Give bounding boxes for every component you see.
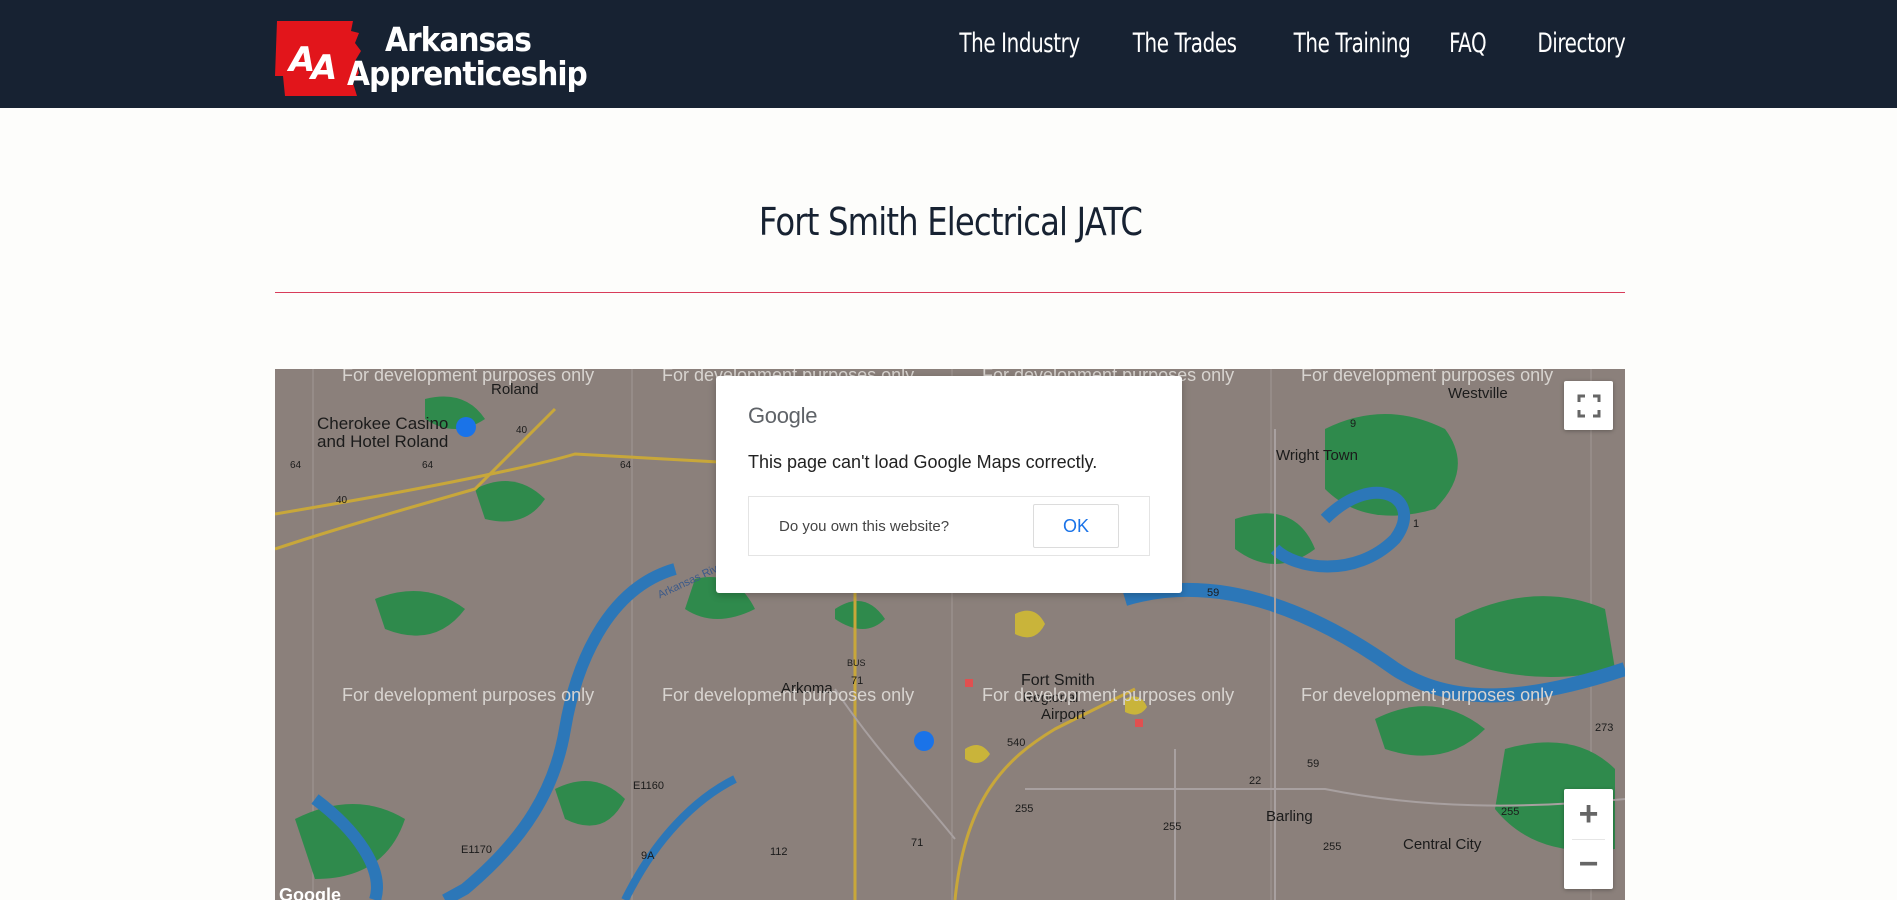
nav-the-industry[interactable]: The Industry xyxy=(959,28,1080,59)
google-map[interactable]: Roland Cherokee Casino and Hotel Roland … xyxy=(275,369,1625,900)
dev-watermark: For development purposes only xyxy=(1301,685,1554,705)
logo-text: Arkansas Apprenticeship xyxy=(347,20,588,93)
dev-watermark: For development purposes only xyxy=(982,685,1235,705)
main-nav: The Industry The Trades The Training FAQ… xyxy=(902,28,1625,59)
map-label-e1160: E1160 xyxy=(633,780,664,792)
google-attribution-logo: Google xyxy=(279,885,341,900)
map-label-9: 9 xyxy=(1350,418,1357,430)
site-header: A A Arkansas Apprenticeship The Industry… xyxy=(0,0,1897,108)
maps-error-dialog: Google This page can't load Google Maps … xyxy=(716,376,1182,593)
route-shield-64c: 64 xyxy=(620,460,632,471)
logo-line-2: Apprenticeship xyxy=(347,54,588,93)
map-label-cherokee: Cherokee Casino xyxy=(317,414,449,433)
dev-watermark: For development purposes only xyxy=(342,369,595,385)
dev-watermark: For development purposes only xyxy=(662,685,915,705)
nav-the-trades[interactable]: The Trades xyxy=(1133,28,1237,59)
page-title-text: Fort Smith Electrical JATC xyxy=(758,200,1142,244)
fullscreen-button[interactable] xyxy=(1564,381,1613,430)
zoom-separator xyxy=(1572,839,1605,840)
nav-directory[interactable]: Directory xyxy=(1537,28,1625,59)
route-shield-112: 112 xyxy=(770,846,788,858)
svg-text:A: A xyxy=(308,48,337,88)
plus-icon: + xyxy=(1578,795,1599,833)
zoom-out-button[interactable]: − xyxy=(1564,839,1613,889)
map-label-1: 1 xyxy=(1413,518,1420,530)
map-label-wright-town: Wright Town xyxy=(1276,447,1358,464)
page-title: Fort Smith Electrical JATC xyxy=(275,200,1625,244)
dev-watermark: For development purposes only xyxy=(342,685,595,705)
route-shield-64b: 64 xyxy=(422,460,434,471)
route-shield-64a: 64 xyxy=(290,460,302,471)
route-shield-255d: 255 xyxy=(1501,806,1520,818)
route-shield-59b: 59 xyxy=(1307,758,1320,770)
route-shield-59a: 59 xyxy=(1207,587,1220,599)
map-label-airport: Airport xyxy=(1041,706,1086,723)
map-label-273: 273 xyxy=(1595,722,1614,734)
route-shield-255c: 255 xyxy=(1323,841,1342,853)
maps-error-message: This page can't load Google Maps correct… xyxy=(748,452,1098,472)
google-logo: Google xyxy=(748,403,818,428)
dev-watermark: For development purposes only xyxy=(1301,369,1554,385)
zoom-controls: + − xyxy=(1564,789,1613,889)
site-logo[interactable]: A A Arkansas Apprenticeship xyxy=(275,20,588,96)
route-shield-40a: 40 xyxy=(516,425,528,436)
nav-the-training[interactable]: The Training xyxy=(1294,28,1411,59)
minus-icon: − xyxy=(1578,845,1599,883)
route-shield-40b: 40 xyxy=(336,495,348,506)
route-shield-bus: BUS xyxy=(847,658,866,668)
route-shield-bus71b: 71 xyxy=(911,837,924,849)
title-divider xyxy=(275,292,1625,293)
map-label-barling: Barling xyxy=(1266,808,1313,825)
ok-button[interactable]: OK xyxy=(1033,504,1119,548)
map-label-hotel: and Hotel Roland xyxy=(317,432,449,451)
route-shield-9a: 9A xyxy=(641,850,655,862)
route-shield-540: 540 xyxy=(1007,737,1026,749)
map-label-e1170: E1170 xyxy=(461,844,492,856)
nav-faq[interactable]: FAQ xyxy=(1450,28,1488,59)
zoom-in-button[interactable]: + xyxy=(1564,789,1613,839)
fullscreen-icon xyxy=(1577,394,1600,417)
map-label-central-city: Central City xyxy=(1403,836,1482,853)
route-shield-22: 22 xyxy=(1249,775,1262,787)
route-shield-255a: 255 xyxy=(1015,803,1034,815)
route-shield-255b: 255 xyxy=(1163,821,1182,833)
map-label-westville: Westville xyxy=(1448,385,1508,402)
dialog-footer: Do you own this website? OK xyxy=(748,496,1150,556)
logo-line-1: Arkansas xyxy=(385,20,532,59)
own-website-link[interactable]: Do you own this website? xyxy=(779,518,949,535)
